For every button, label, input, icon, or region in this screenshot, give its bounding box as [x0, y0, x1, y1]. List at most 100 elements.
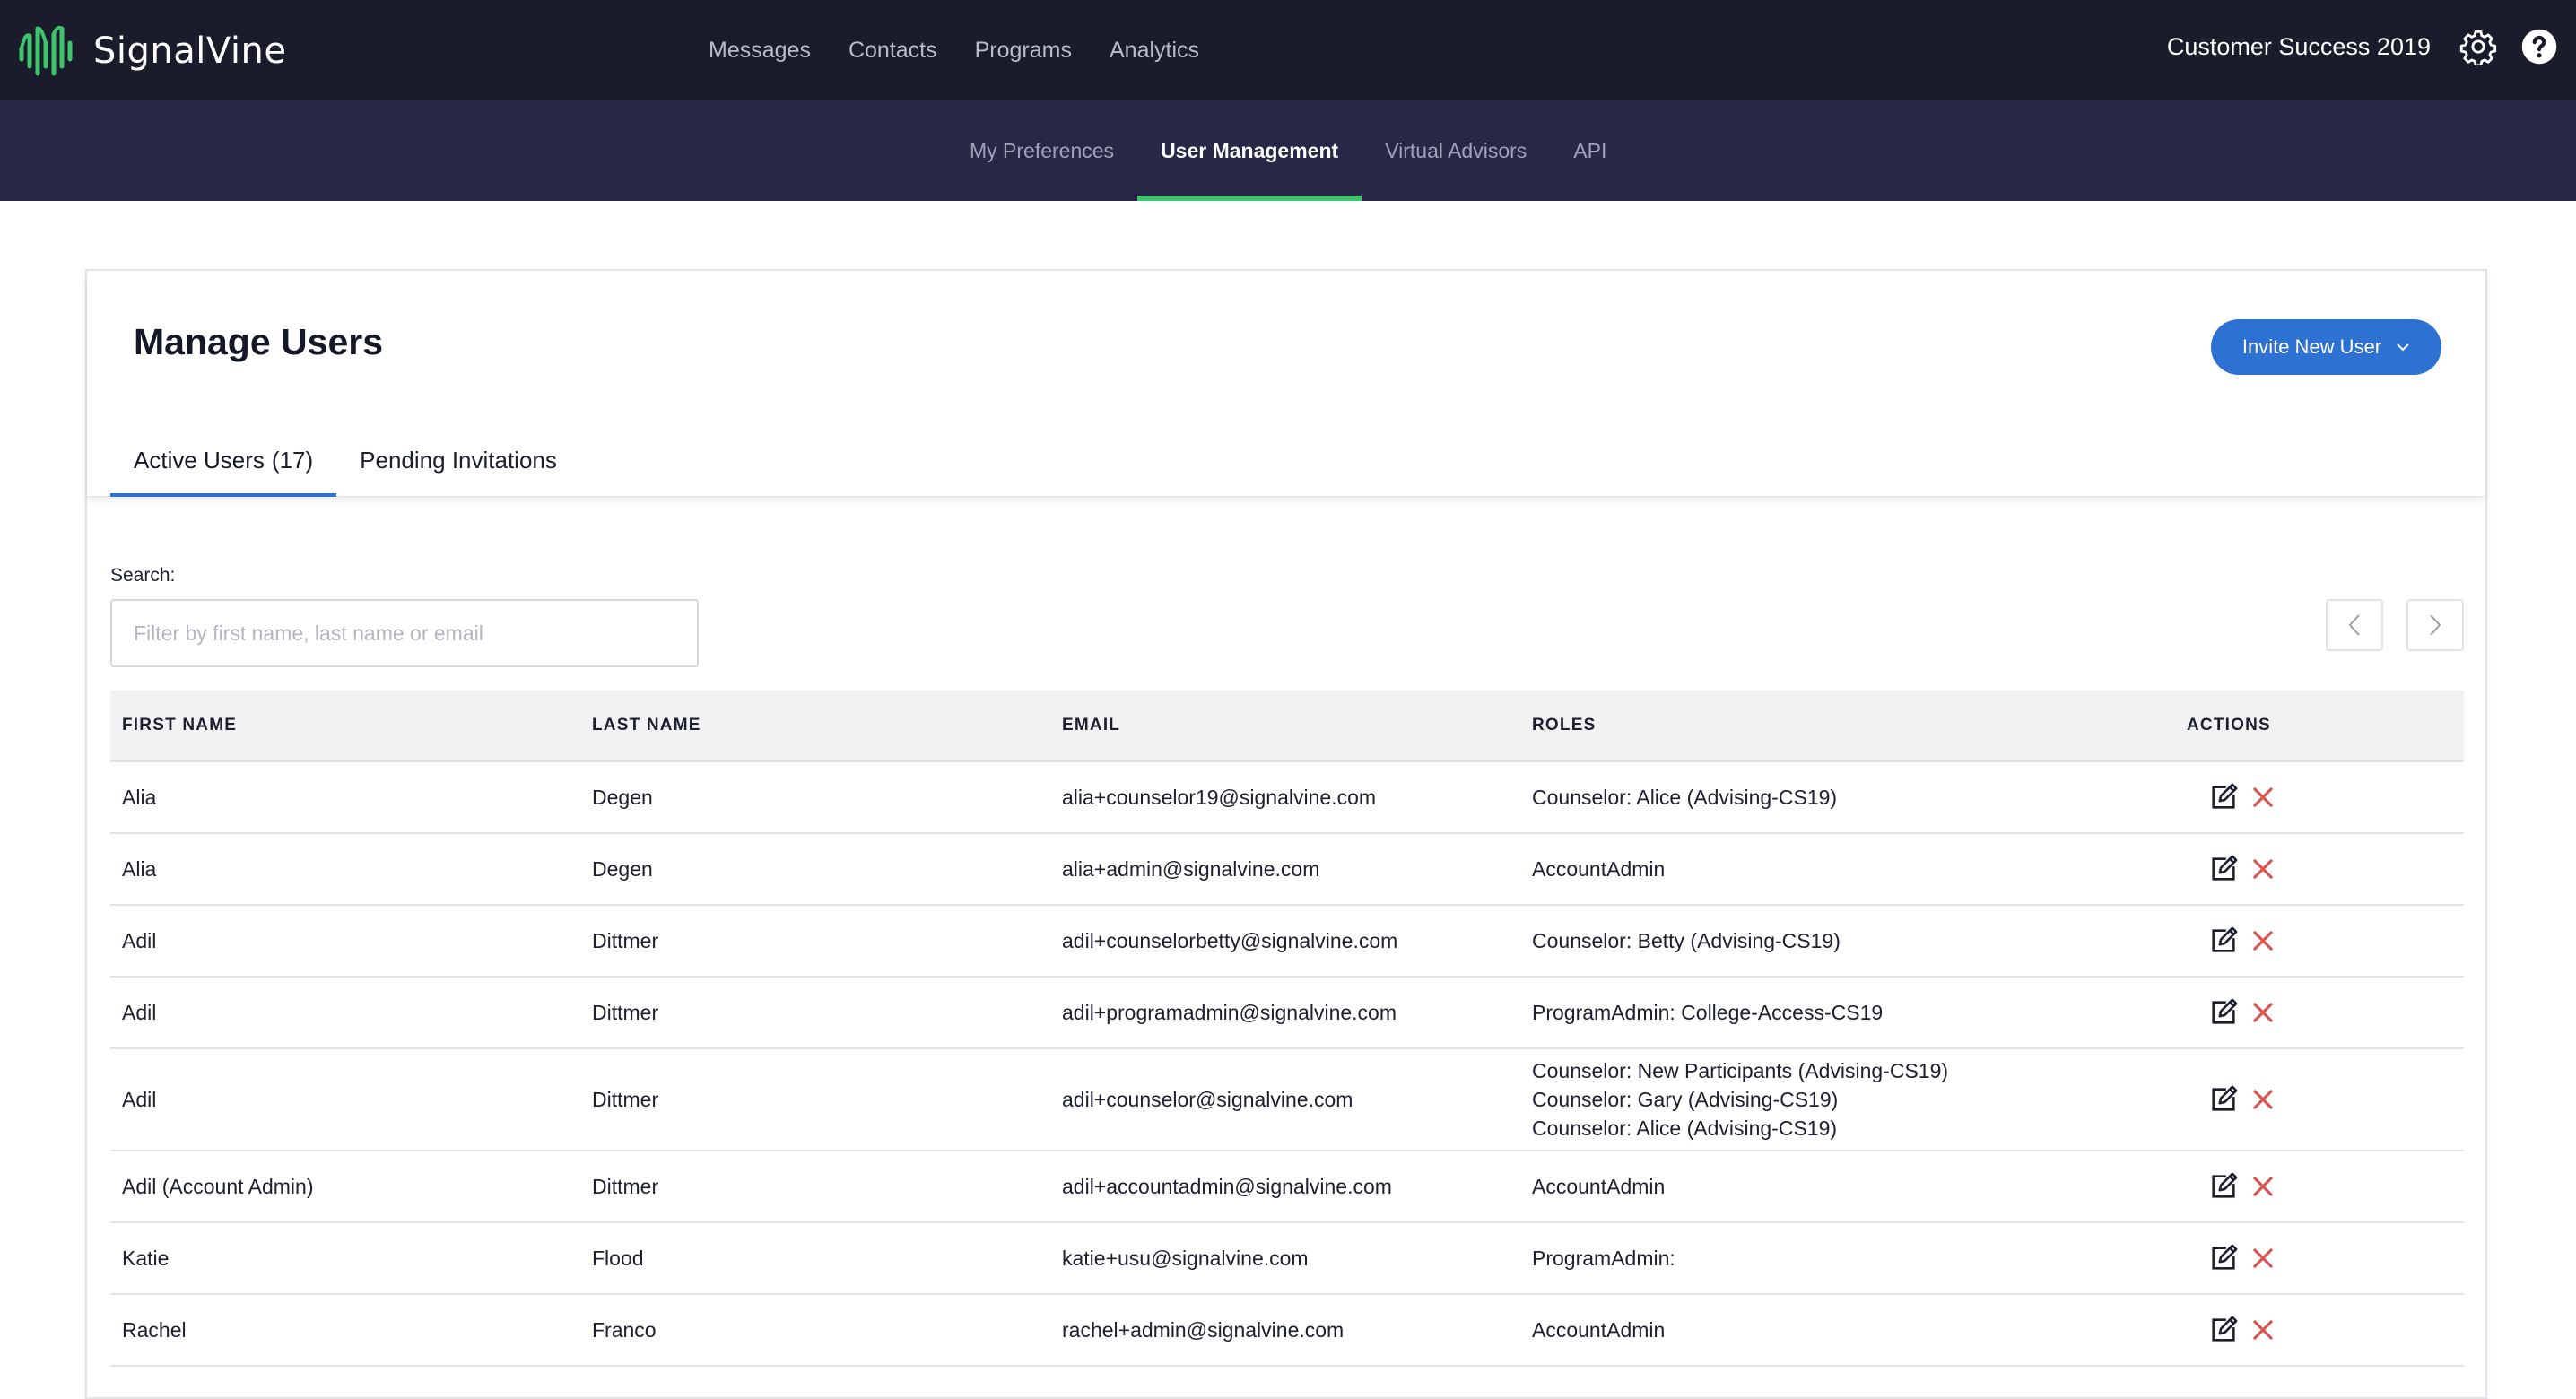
nav-contacts[interactable]: Contacts: [849, 38, 937, 64]
nav-programs[interactable]: Programs: [975, 38, 1072, 64]
close-icon[interactable]: [2251, 1001, 2275, 1024]
tab-pending-invitations[interactable]: Pending Invitations: [336, 423, 580, 497]
role-entry: ProgramAdmin: College-Access-CS19: [1532, 1001, 1884, 1024]
subnav-api[interactable]: API: [1550, 100, 1630, 201]
cell-actions: [2175, 782, 2464, 812]
cell-actions: [2175, 854, 2464, 884]
table-row: Adil Dittmer adil+counselorbetty@signalvin…: [110, 906, 2464, 978]
cell-email: adil+programadmin@signalvine.com: [1062, 1001, 1397, 1024]
card-header: Manage Users Invite New User Active User…: [87, 271, 2485, 497]
table-row: Adil Dittmer adil+counselor@signalvine.com…: [110, 1049, 2464, 1151]
cell-first-name: Adil: [122, 1088, 157, 1111]
role-entry: Counselor: Alice (Advising-CS19): [1532, 786, 1838, 809]
close-icon[interactable]: [2251, 857, 2275, 881]
previous-page-button[interactable]: [2326, 599, 2383, 651]
brand-name: SignalVine: [93, 30, 287, 72]
column-header-last-name[interactable]: LAST NAME: [580, 716, 1050, 735]
edit-icon[interactable]: [2208, 854, 2239, 884]
close-icon[interactable]: [2251, 929, 2275, 952]
edit-icon[interactable]: [2208, 782, 2239, 812]
search-label: Search:: [110, 565, 176, 586]
users-table: FIRST NAME LAST NAME EMAIL ROLES ACTIONS…: [110, 691, 2464, 1367]
close-icon[interactable]: [2251, 786, 2275, 809]
close-icon[interactable]: [2251, 1318, 2275, 1342]
close-icon[interactable]: [2251, 1088, 2275, 1111]
brand-logo[interactable]: SignalVine: [18, 20, 286, 83]
column-header-first-name[interactable]: FIRST NAME: [110, 716, 580, 735]
chevron-down-icon: [2396, 343, 2410, 352]
cell-roles: Counselor: New Participants (Advising-CS…: [1520, 1056, 2175, 1143]
cell-roles: AccountAdmin: [1520, 855, 2175, 883]
cell-email: alia+counselor19@signalvine.com: [1062, 786, 1377, 809]
column-header-actions: ACTIONS: [2187, 716, 2271, 734]
org-switcher[interactable]: Customer Success 2019: [2167, 33, 2431, 61]
role-entry: ProgramAdmin:: [1532, 1247, 1675, 1270]
edit-icon[interactable]: [2208, 1171, 2239, 1202]
cell-actions: [2175, 925, 2464, 956]
nav-messages[interactable]: Messages: [709, 38, 811, 64]
edit-icon[interactable]: [2208, 1315, 2239, 1345]
role-entry: AccountAdmin: [1532, 857, 1666, 881]
cell-actions: [2175, 1171, 2464, 1202]
table-row: Alia Degen alia+counselor19@signalvine.com…: [110, 762, 2464, 834]
role-entry: Counselor: Gary (Advising-CS19): [1532, 1088, 1839, 1111]
cell-email: katie+usu@signalvine.com: [1062, 1247, 1309, 1270]
signalvine-logo-icon: [19, 25, 73, 76]
role-entry: Counselor: Alice (Advising-CS19): [1532, 1117, 1838, 1140]
cell-roles: ProgramAdmin: College-Access-CS19: [1520, 998, 2175, 1027]
cell-actions: [2175, 1084, 2464, 1115]
tab-label: Pending Invitations: [360, 446, 557, 474]
cell-roles: Counselor: Betty (Advising-CS19): [1520, 926, 2175, 955]
cell-last-name: Flood: [592, 1247, 644, 1270]
tab-label: Active Users: [134, 446, 265, 474]
table-body: Alia Degen alia+counselor19@signalvine.com…: [110, 762, 2464, 1367]
cell-roles: AccountAdmin: [1520, 1172, 2175, 1201]
top-right-area: Customer Success 2019: [2167, 0, 2558, 93]
column-header-email[interactable]: EMAIL: [1050, 716, 1520, 735]
edit-icon[interactable]: [2208, 925, 2239, 956]
main-nav: Messages Contacts Programs Analytics: [709, 0, 1237, 100]
role-entry: Counselor: New Participants (Advising-CS…: [1532, 1059, 1949, 1082]
subnav-my-preferences[interactable]: My Preferences: [946, 100, 1137, 201]
cell-first-name: Adil: [122, 929, 157, 952]
next-page-button[interactable]: [2406, 599, 2464, 651]
cell-roles: ProgramAdmin:: [1520, 1244, 2175, 1273]
search-input[interactable]: [110, 599, 699, 667]
cell-first-name: Alia: [122, 786, 157, 809]
cell-email: rachel+admin@signalvine.com: [1062, 1318, 1345, 1342]
cell-first-name: Adil: [122, 1001, 157, 1024]
nav-analytics[interactable]: Analytics: [1110, 38, 1199, 64]
cell-first-name: Katie: [122, 1247, 170, 1270]
cell-actions: [2175, 1315, 2464, 1345]
edit-icon[interactable]: [2208, 1243, 2239, 1273]
table-row: Alia Degen alia+admin@signalvine.com Accoun…: [110, 834, 2464, 906]
edit-icon[interactable]: [2208, 1084, 2239, 1115]
table-row: Adil Dittmer adil+programadmin@signalvine.…: [110, 978, 2464, 1049]
cell-first-name: Alia: [122, 857, 157, 881]
cell-email: adil+counselor@signalvine.com: [1062, 1088, 1353, 1111]
table-row: Katie Flood katie+usu@signalvine.com Progra…: [110, 1223, 2464, 1295]
cell-first-name: Adil (Account Admin): [122, 1175, 314, 1198]
edit-icon[interactable]: [2208, 997, 2239, 1028]
gear-icon[interactable]: [2459, 28, 2497, 65]
close-icon[interactable]: [2251, 1175, 2275, 1198]
subnav-virtual-advisors[interactable]: Virtual Advisors: [1362, 100, 1550, 201]
table-header: FIRST NAME LAST NAME EMAIL ROLES ACTIONS: [110, 691, 2464, 762]
cell-email: alia+admin@signalvine.com: [1062, 857, 1320, 881]
tab-count: (17): [271, 446, 314, 474]
cell-last-name: Degen: [592, 786, 653, 809]
table-row: Adil (Account Admin) Dittmer adil+accounta…: [110, 1151, 2464, 1223]
page-title: Manage Users: [134, 321, 384, 362]
role-entry: AccountAdmin: [1532, 1318, 1666, 1342]
cell-last-name: Dittmer: [592, 1175, 659, 1198]
invite-new-user-button[interactable]: Invite New User: [2211, 319, 2441, 375]
close-icon[interactable]: [2251, 1247, 2275, 1270]
manage-users-card: Manage Users Invite New User Active User…: [85, 269, 2487, 1399]
question-icon[interactable]: [2520, 28, 2558, 65]
subnav-user-management[interactable]: User Management: [1137, 100, 1362, 201]
cell-email: adil+accountadmin@signalvine.com: [1062, 1175, 1392, 1198]
tab-active-users[interactable]: Active Users (17): [110, 423, 337, 497]
cell-last-name: Dittmer: [592, 1001, 659, 1024]
chevron-right-icon: [2430, 614, 2441, 636]
cell-last-name: Degen: [592, 857, 653, 881]
